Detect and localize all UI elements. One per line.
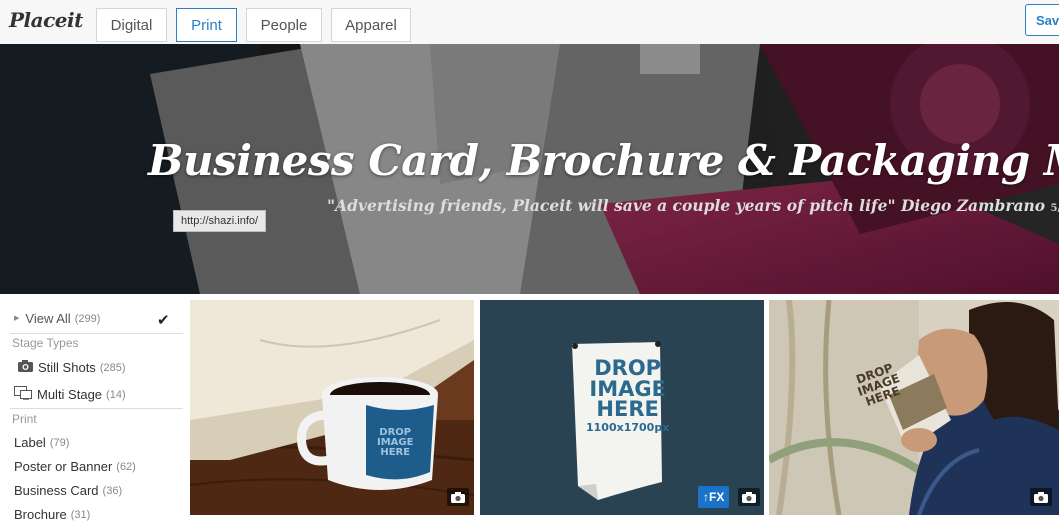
filter-count: (285) bbox=[99, 361, 126, 374]
poster-size-label: 1100x1700px bbox=[586, 420, 670, 434]
drop-word: HERE bbox=[596, 397, 659, 422]
filter-label: Still Shots bbox=[38, 360, 96, 375]
drop-word: IMAGE bbox=[589, 376, 666, 401]
filter-multi-stage[interactable]: Multi Stage (14) bbox=[14, 386, 126, 403]
drop-word: HERE bbox=[380, 446, 411, 458]
filter-count: (36) bbox=[102, 484, 123, 497]
filter-sidebar: ▶ View All (299) ✔ Stage Types Still Sho… bbox=[0, 300, 185, 522]
tab-apparel[interactable]: Apparel bbox=[331, 8, 411, 42]
filter-label: View All bbox=[25, 311, 71, 326]
divider bbox=[10, 333, 183, 334]
hero-banner: Business Card, Brochure & Packaging Mo "… bbox=[0, 44, 1059, 294]
mockup-tile-mug[interactable]: DROP IMAGE HERE bbox=[190, 300, 474, 515]
divider bbox=[10, 408, 183, 409]
top-nav-bar: Placeit Digital Print People Apparel Sav bbox=[0, 0, 1059, 45]
camera-icon bbox=[1030, 488, 1052, 506]
tab-print[interactable]: Print bbox=[176, 8, 237, 42]
filter-label-item[interactable]: Label (79) bbox=[14, 435, 69, 450]
mockup-image-mug-on-table bbox=[190, 300, 474, 515]
camera-icon bbox=[738, 488, 760, 506]
filter-count: (62) bbox=[116, 460, 136, 473]
section-title-stage-types: Stage Types bbox=[12, 336, 79, 350]
save-button[interactable]: Sav bbox=[1025, 4, 1059, 36]
fx-badge[interactable]: ↑ FX bbox=[698, 486, 730, 508]
testimonial-text: "Advertising friends, Placeit will save … bbox=[327, 196, 1046, 215]
hero-title: Business Card, Brochure & Packaging Mo bbox=[148, 136, 1059, 185]
filter-label: Multi Stage bbox=[37, 387, 103, 402]
fx-label: FX bbox=[709, 490, 725, 504]
placeit-logo[interactable]: Placeit bbox=[9, 8, 83, 32]
filter-label: Poster or Banner bbox=[14, 459, 113, 474]
testimonial-rating: 5/5 bbox=[1050, 203, 1059, 214]
drop-image-placeholder: DROP IMAGE HERE 1100x1700px bbox=[586, 358, 669, 434]
filter-count: (299) bbox=[74, 312, 101, 325]
mockup-image-woman-with-cup bbox=[769, 300, 1059, 515]
filter-business-card[interactable]: Business Card (36) bbox=[14, 483, 122, 498]
filter-poster-or-banner[interactable]: Poster or Banner (62) bbox=[14, 459, 136, 474]
link-tooltip: http://shazi.info/ bbox=[173, 210, 267, 232]
checkmark-icon: ✔ bbox=[157, 312, 170, 329]
filter-still-shots[interactable]: Still Shots (285) bbox=[18, 360, 126, 375]
filter-count: (79) bbox=[49, 436, 70, 449]
filter-view-all[interactable]: ▶ View All (299) bbox=[14, 311, 100, 326]
filter-count: (14) bbox=[106, 388, 126, 401]
hero-testimonial: "Advertising friends, Placeit will save … bbox=[327, 196, 1059, 215]
drop-image-placeholder: DROP IMAGE HERE bbox=[377, 428, 413, 457]
camera-icon bbox=[447, 488, 469, 506]
tab-digital[interactable]: Digital bbox=[96, 8, 167, 42]
camera-icon bbox=[18, 360, 33, 375]
section-title-print: Print bbox=[12, 412, 37, 426]
filter-label: Label bbox=[14, 435, 46, 450]
caret-right-icon: ▶ bbox=[14, 314, 20, 322]
filter-label: Business Card bbox=[14, 483, 99, 498]
mockup-tile-poster[interactable]: DROP IMAGE HERE 1100x1700px ↑ FX bbox=[480, 300, 764, 515]
mockup-tile-coffee-cup[interactable]: DROP IMAGE HERE bbox=[769, 300, 1059, 515]
multi-screen-icon bbox=[14, 386, 32, 403]
drop-word: DROP bbox=[594, 356, 662, 380]
tab-people[interactable]: People bbox=[246, 8, 322, 42]
